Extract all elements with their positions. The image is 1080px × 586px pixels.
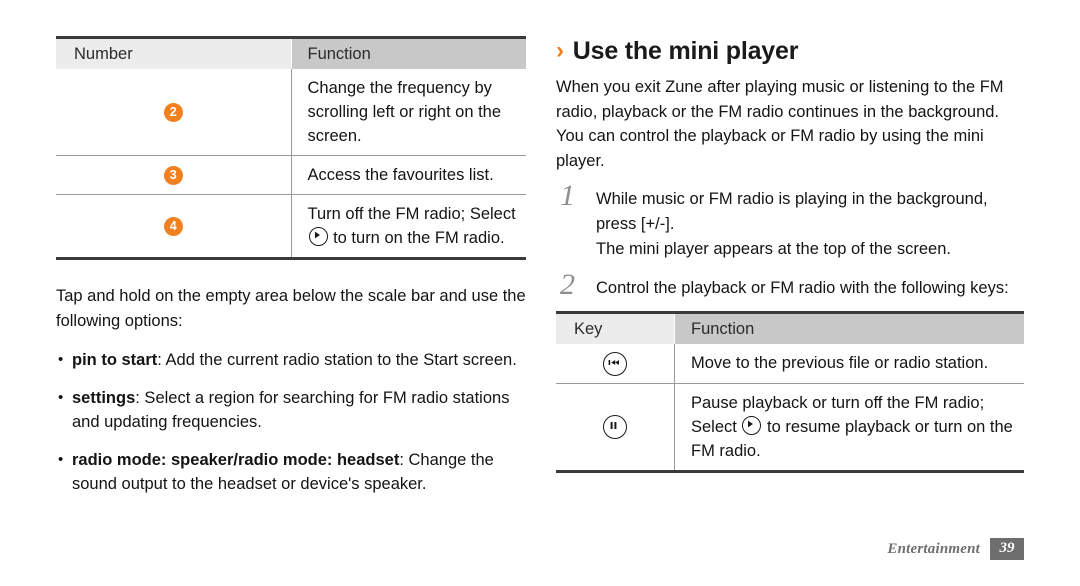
row-function-cell: Turn off the FM radio; Select to turn on… bbox=[291, 194, 526, 259]
step-number: 2 bbox=[560, 267, 575, 301]
row-function-cell: Access the favourites list. bbox=[291, 155, 526, 195]
table-body: Move to the previous file or radio stati… bbox=[556, 344, 1024, 472]
column-header-key: Key bbox=[556, 312, 675, 344]
section-heading-text: Use the mini player bbox=[572, 37, 799, 65]
number-function-table: Number Function 2 Change the frequency b… bbox=[56, 36, 526, 260]
table-row: 4 Turn off the FM radio; Select to turn … bbox=[56, 194, 526, 259]
bullet-term: radio mode: speaker/radio mode: headset bbox=[72, 450, 400, 469]
list-item: radio mode: speaker/radio mode: headset:… bbox=[56, 448, 526, 497]
row-function-cell: Pause playback or turn off the FM radio;… bbox=[674, 382, 1024, 472]
row-key-cell bbox=[556, 382, 675, 472]
bullet-term: settings bbox=[72, 388, 136, 407]
table-header: Number Function bbox=[56, 37, 526, 69]
bullet-text: : Select a region for searching for FM r… bbox=[72, 388, 510, 432]
document-page: Number Function 2 Change the frequency b… bbox=[0, 0, 1080, 586]
previous-track-circle-icon bbox=[603, 351, 627, 376]
bullet-text: : Add the current radio station to the S… bbox=[157, 351, 517, 369]
table-row: 2 Change the frequency by scrolling left… bbox=[56, 69, 526, 156]
pause-circle-icon bbox=[603, 414, 627, 439]
table-header: Key Function bbox=[556, 312, 1024, 344]
table-header-row: Number Function bbox=[56, 37, 526, 69]
step-1: 1 While music or FM radio is playing in … bbox=[556, 181, 1024, 262]
footer-chapter-label: Entertainment bbox=[887, 540, 980, 557]
row-key-cell bbox=[556, 344, 675, 384]
row-number-cell: 3 bbox=[56, 155, 292, 195]
play-circle-icon bbox=[742, 415, 762, 435]
step-text: Control the playback or FM radio with th… bbox=[596, 278, 1009, 297]
table-header-row: Key Function bbox=[556, 312, 1024, 344]
number-badge-2: 2 bbox=[163, 103, 183, 123]
page-footer: Entertainment 39 bbox=[887, 538, 1024, 560]
left-intro-paragraph: Tap and hold on the empty area below the… bbox=[56, 287, 526, 330]
play-circle-icon bbox=[308, 227, 328, 246]
column-header-number: Number bbox=[56, 37, 292, 69]
page-title: › Use the mini player bbox=[556, 36, 1024, 66]
table-row: Move to the previous file or radio stati… bbox=[556, 344, 1024, 384]
list-item: pin to start: Add the current radio stat… bbox=[56, 348, 526, 373]
row-number-cell: 2 bbox=[56, 69, 292, 156]
list-item: settings: Select a region for searching … bbox=[56, 386, 526, 435]
right-column: › Use the mini player When you exit Zune … bbox=[556, 36, 1024, 473]
bullet-term: pin to start bbox=[72, 351, 158, 369]
row-function-cell: Move to the previous file or radio stati… bbox=[691, 354, 989, 373]
table-row: Pause playback or turn off the FM radio;… bbox=[556, 382, 1024, 472]
step-number: 1 bbox=[560, 179, 575, 212]
number-badge-4: 4 bbox=[163, 217, 183, 237]
key-function-table: Key Function Move to the previous file o… bbox=[556, 311, 1024, 473]
step-subtext: The mini player appears at the top of th… bbox=[596, 240, 951, 258]
column-header-function: Function bbox=[674, 312, 1024, 344]
right-intro-paragraph: When you exit Zune after playing music o… bbox=[556, 78, 1004, 170]
step-text: While music or FM radio is playing in th… bbox=[596, 190, 988, 233]
function-text-after: to turn on the FM radio. bbox=[328, 229, 505, 247]
table-row: 3 Access the favourites list. bbox=[56, 155, 526, 195]
row-number-cell: 4 bbox=[56, 194, 292, 259]
step-2: 2 Control the playback or FM radio with … bbox=[556, 269, 1024, 301]
row-function-cell: Change the frequency by scrolling left o… bbox=[307, 79, 502, 145]
column-header-function: Function bbox=[291, 37, 526, 69]
left-column: Number Function 2 Change the frequency b… bbox=[56, 36, 526, 510]
number-badge-3: 3 bbox=[163, 166, 183, 186]
chevron-right-icon: › bbox=[556, 37, 564, 64]
footer-page-number: 39 bbox=[990, 538, 1024, 560]
table-body: 2 Change the frequency by scrolling left… bbox=[56, 69, 526, 259]
options-bullet-list: pin to start: Add the current radio stat… bbox=[56, 348, 526, 497]
function-text-before: Turn off the FM radio; Select bbox=[307, 205, 516, 223]
